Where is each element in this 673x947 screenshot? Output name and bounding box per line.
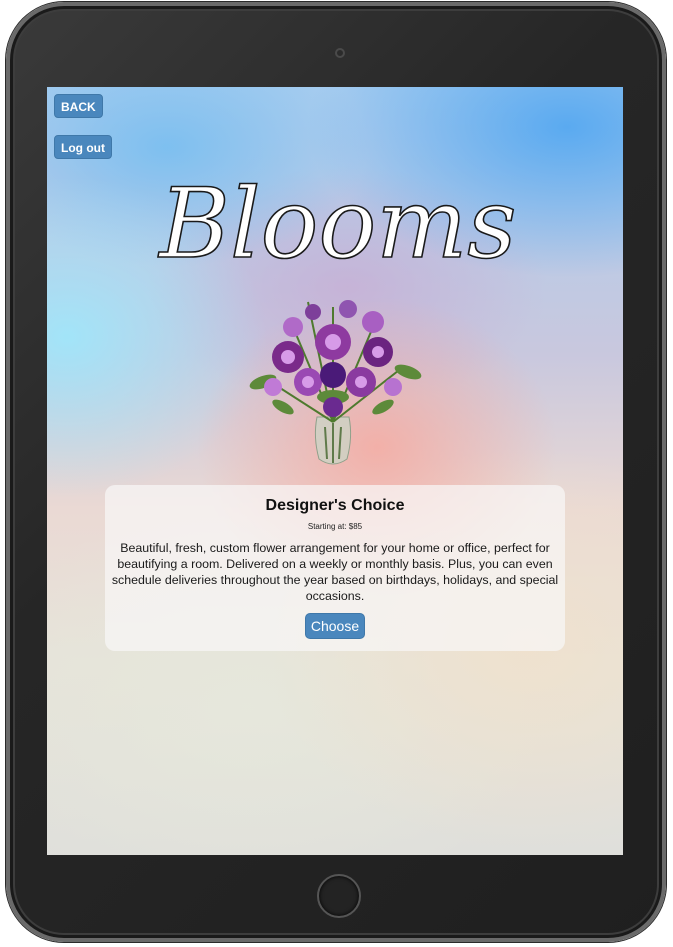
logout-button[interactable]: Log out (54, 135, 112, 159)
flower-bouquet-image (249, 300, 422, 465)
choose-button[interactable]: Choose (305, 613, 365, 639)
logo-text: Blooms (157, 168, 516, 277)
home-button[interactable] (317, 874, 361, 918)
product-price: Starting at: $85 (307, 522, 363, 531)
back-button[interactable]: BACK (54, 94, 103, 118)
camera-icon (335, 48, 345, 58)
app-screen: BACK Log out Blooms Designer's Choice St… (47, 87, 623, 855)
product-card: Designer's Choice Starting at: $85 Beaut… (105, 485, 565, 651)
product-title: Designer's Choice (265, 497, 405, 514)
blooms-logo: Blooms (157, 167, 518, 277)
product-description: Beautiful, fresh, custom flower arrangem… (111, 541, 559, 603)
